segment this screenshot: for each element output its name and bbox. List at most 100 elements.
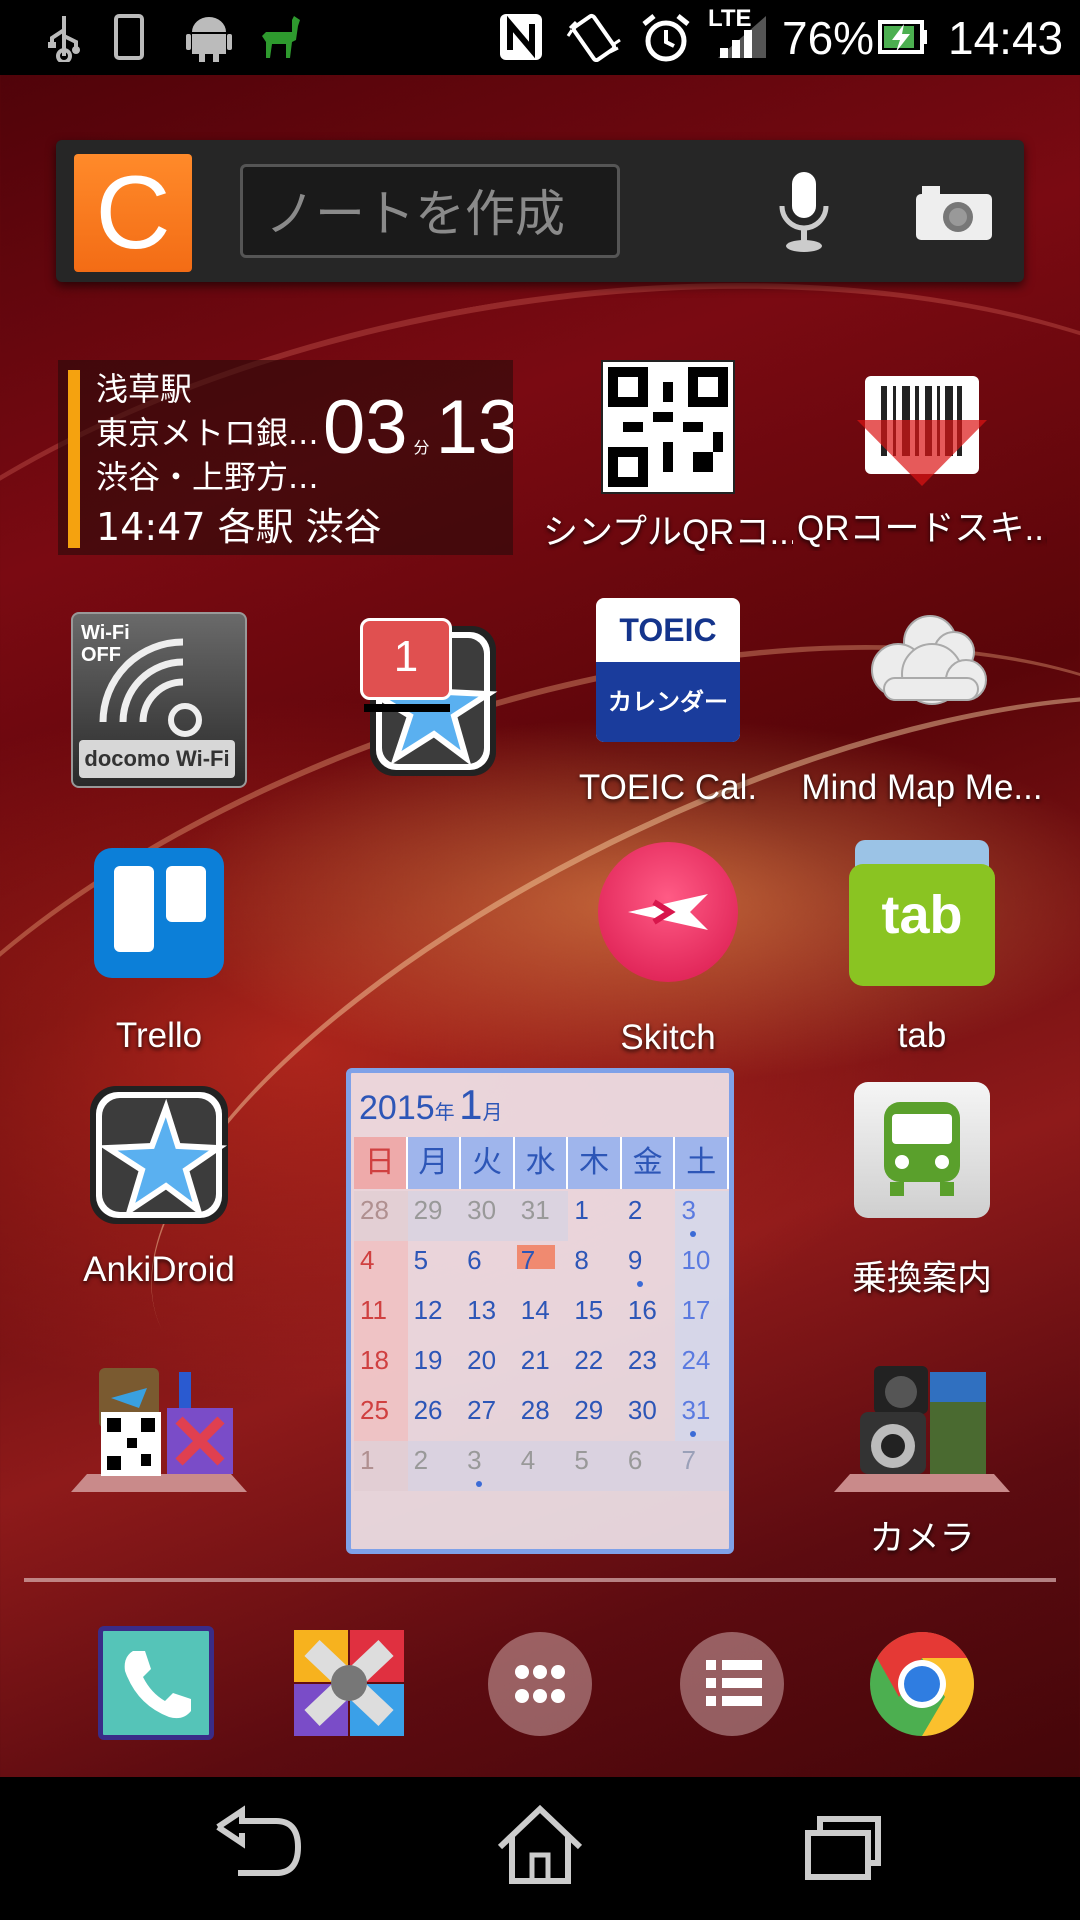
- app-simple-qr[interactable]: シンプルQRコ...: [543, 360, 793, 555]
- app-label: Trello: [115, 1016, 203, 1055]
- tab-folder-icon: tab: [849, 840, 995, 986]
- weekday-sat: 土: [675, 1137, 730, 1189]
- calendar-day[interactable]: 16: [622, 1291, 676, 1341]
- barcode-scanner-icon: [857, 360, 987, 490]
- calendar-day[interactable]: 18: [354, 1341, 408, 1391]
- calendar-day-today[interactable]: 7: [514, 1241, 569, 1291]
- calendar-month: 1: [459, 1081, 483, 1128]
- app-ankidroid[interactable]: AnkiDroid: [34, 1082, 284, 1290]
- chrome-icon: [870, 1632, 974, 1736]
- calendar-day[interactable]: 2: [407, 1441, 462, 1491]
- calendar-day[interactable]: 10: [675, 1241, 730, 1291]
- app-toeic-calendar[interactable]: TOEIC カレンダー TOEIC Cal.: [543, 598, 793, 808]
- toeic-icon: TOEIC カレンダー: [596, 598, 740, 742]
- calendar-day[interactable]: 24: [675, 1341, 730, 1391]
- app-label: QRコードスキ...: [797, 509, 1047, 548]
- calendar-day[interactable]: 31: [514, 1191, 569, 1241]
- app-mind-map[interactable]: Mind Map Me...: [797, 598, 1047, 808]
- home-button[interactable]: [480, 1797, 600, 1897]
- next-departure: 14:47 各駅 渋谷: [96, 505, 382, 549]
- calendar-day[interactable]: 8: [568, 1241, 622, 1291]
- calendar-day[interactable]: 1: [568, 1191, 622, 1241]
- app-skitch[interactable]: Skitch: [543, 842, 793, 1058]
- calendar-day[interactable]: 12: [408, 1291, 462, 1341]
- calendar-day[interactable]: 28: [354, 1191, 408, 1241]
- status-bar: LTE 76% 14:43: [0, 0, 1080, 75]
- app-ankidroid-shortcut[interactable]: 1: [290, 612, 540, 782]
- navigation-bar: [0, 1777, 1080, 1920]
- calendar-day[interactable]: 3: [461, 1441, 515, 1491]
- calendar-day[interactable]: 26: [408, 1391, 462, 1441]
- calendar-day[interactable]: 22: [568, 1341, 622, 1391]
- calendar-day[interactable]: 4: [514, 1441, 569, 1491]
- transit-widget[interactable]: 浅草駅 東京メトロ銀... 渋谷・上野方... 14:47 各駅 渋谷 03 分1…: [58, 360, 513, 555]
- calendar-day[interactable]: 28: [515, 1391, 569, 1441]
- calendar-week-row: 11 12 13 14 15 16 17: [354, 1291, 730, 1341]
- train-icon: [854, 1082, 990, 1218]
- calendar-day[interactable]: 14: [515, 1291, 569, 1341]
- calendar-day[interactable]: 30: [622, 1391, 676, 1441]
- calendar-day[interactable]: 3: [675, 1191, 730, 1241]
- calendar-day[interactable]: 15: [568, 1291, 622, 1341]
- dock-phone[interactable]: [98, 1626, 214, 1740]
- app-qr-scanner[interactable]: QRコードスキ...: [797, 360, 1047, 551]
- dock-list-app[interactable]: [680, 1632, 784, 1736]
- app-label: AnkiDroid: [83, 1250, 235, 1289]
- calendar-day[interactable]: 13: [461, 1291, 515, 1341]
- calendar-day[interactable]: 6: [461, 1241, 515, 1291]
- back-button[interactable]: [198, 1797, 318, 1897]
- calendar-widget[interactable]: 2015年 1月 日 月 火 水 木 金 土 28 29 30 31 1 2 3 4 5 6 7 8 9…: [346, 1068, 734, 1554]
- app-logo[interactable]: C: [74, 154, 192, 272]
- nfc-icon: [498, 12, 544, 73]
- calendar-day[interactable]: 20: [461, 1341, 515, 1391]
- dock-launcher-app[interactable]: [292, 1628, 406, 1738]
- station-name: 浅草駅: [96, 370, 193, 408]
- skitch-icon: [598, 842, 738, 982]
- microphone-icon[interactable]: [774, 170, 834, 256]
- folder-camera[interactable]: カメラ: [797, 1362, 1047, 1561]
- app-label: tab: [897, 1016, 947, 1055]
- app-tab[interactable]: tab tab: [797, 840, 1047, 1056]
- weekday-tue: 火: [461, 1137, 515, 1189]
- calendar-day[interactable]: 19: [408, 1341, 462, 1391]
- calendar-day[interactable]: 29: [568, 1391, 622, 1441]
- calendar-day[interactable]: 25: [354, 1391, 408, 1441]
- calendar-day[interactable]: 23: [622, 1341, 676, 1391]
- calendar-day[interactable]: 31: [675, 1391, 730, 1441]
- calendar-day[interactable]: 21: [515, 1341, 569, 1391]
- calendar-day[interactable]: 6: [621, 1441, 676, 1491]
- note-input[interactable]: ノートを作成: [240, 164, 620, 258]
- app-norikae[interactable]: 乗換案内: [797, 1082, 1047, 1301]
- app-docomo-wifi[interactable]: Wi-Fi OFF docomo Wi-Fi: [34, 612, 284, 788]
- calendar-day[interactable]: 11: [354, 1291, 408, 1341]
- calendar-day[interactable]: 30: [461, 1191, 515, 1241]
- event-dot: [636, 1281, 643, 1287]
- calendar-day[interactable]: 7: [675, 1441, 730, 1491]
- home-icon: [497, 1804, 583, 1884]
- docomo-wifi-label: docomo Wi-Fi: [79, 740, 235, 778]
- dock-app-drawer[interactable]: [488, 1632, 592, 1736]
- calendar-day[interactable]: 17: [675, 1291, 730, 1341]
- recents-button[interactable]: [780, 1797, 900, 1897]
- battery-charging-icon: [878, 14, 928, 71]
- direction: 渋谷・上野方...: [96, 458, 319, 496]
- calendar-day[interactable]: 5: [408, 1241, 462, 1291]
- calendar-year-unit: 年: [434, 1102, 455, 1124]
- camera-icon[interactable]: [914, 184, 994, 246]
- countdown: 03分13秒: [323, 384, 513, 471]
- recents-icon: [805, 1816, 881, 1880]
- calendar-day[interactable]: 29: [407, 1191, 462, 1241]
- calendar-day[interactable]: 5: [568, 1441, 622, 1491]
- calendar-week-row: 18 19 20 21 22 23 24: [354, 1341, 730, 1391]
- folder-left[interactable]: [34, 1362, 284, 1496]
- calendar-day[interactable]: 4: [354, 1241, 408, 1291]
- calendar-day[interactable]: 1: [354, 1441, 408, 1491]
- calendar-day[interactable]: 9: [622, 1241, 676, 1291]
- alarm-icon: [640, 12, 692, 75]
- app-trello[interactable]: Trello: [34, 848, 284, 1056]
- calendar-day[interactable]: 2: [622, 1191, 676, 1241]
- dock-chrome[interactable]: [868, 1630, 976, 1738]
- app-label: カメラ: [869, 1519, 975, 1558]
- logo-letter: C: [95, 155, 171, 271]
- calendar-day[interactable]: 27: [461, 1391, 515, 1441]
